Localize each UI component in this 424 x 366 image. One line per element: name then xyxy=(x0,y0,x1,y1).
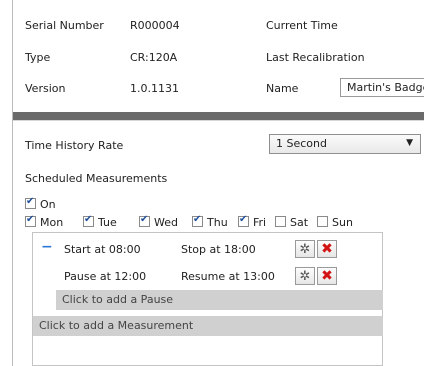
time-history-rate-label: Time History Rate xyxy=(25,139,124,152)
on-checkbox-label: On xyxy=(40,198,56,211)
section-divider xyxy=(13,112,424,120)
checkbox-box[interactable] xyxy=(317,216,328,227)
day-label: Fri xyxy=(253,216,267,229)
checkbox-box[interactable] xyxy=(83,214,94,227)
scheduled-measurements-label: Scheduled Measurements xyxy=(25,172,168,185)
edit-measurement-button[interactable]: ✲ xyxy=(295,240,315,258)
type-value: CR:120A xyxy=(130,51,178,64)
version-value: 1.0.1131 xyxy=(130,82,179,95)
settings-panel: Serial Number R000004 Current Time Type … xyxy=(12,0,424,366)
start-time-text: Start at 08:00 xyxy=(64,243,141,256)
section-divider-line xyxy=(13,120,424,121)
on-checkbox[interactable]: On xyxy=(25,196,56,211)
add-measurement-button[interactable]: Click to add a Measurement xyxy=(33,316,383,336)
type-label: Type xyxy=(25,51,51,64)
stop-time-text: Stop at 18:00 xyxy=(181,243,256,256)
day-label: Wed xyxy=(154,216,178,229)
name-input[interactable]: Martin's Badge xyxy=(340,78,424,97)
day-checkbox-mon[interactable]: Mon xyxy=(25,214,64,229)
version-label: Version xyxy=(25,82,66,95)
checkbox-box[interactable] xyxy=(25,214,36,227)
day-label: Thu xyxy=(207,216,228,229)
gear-icon: ✲ xyxy=(299,269,311,284)
checkbox-box[interactable] xyxy=(238,214,249,227)
serial-number-value: R000004 xyxy=(130,19,180,32)
edit-pause-button[interactable]: ✲ xyxy=(295,267,315,285)
time-history-rate-value: 1 Second xyxy=(276,137,327,150)
close-icon: ✖ xyxy=(321,268,333,284)
collapse-icon[interactable]: − xyxy=(41,239,53,255)
serial-number-label: Serial Number xyxy=(25,19,104,32)
schedule-list: − Start at 08:00 Stop at 18:00 ✲ ✖ Pause… xyxy=(32,232,383,366)
current-time-label: Current Time xyxy=(266,19,338,32)
checkbox-box[interactable] xyxy=(275,216,286,227)
checkbox-box[interactable] xyxy=(192,214,203,227)
close-icon: ✖ xyxy=(321,241,333,257)
day-label: Sat xyxy=(290,216,309,229)
time-history-rate-select[interactable]: 1 Second ▼ xyxy=(269,134,421,154)
day-checkbox-fri[interactable]: Fri xyxy=(238,214,267,229)
on-checkbox-box[interactable] xyxy=(25,196,36,209)
day-checkbox-thu[interactable]: Thu xyxy=(192,214,228,229)
day-label: Mon xyxy=(40,216,64,229)
chevron-down-icon: ▼ xyxy=(406,138,413,148)
day-checkbox-tue[interactable]: Tue xyxy=(83,214,117,229)
last-recalibration-label: Last Recalibration xyxy=(266,51,365,64)
day-checkbox-sat[interactable]: Sat xyxy=(275,216,308,229)
device-info-section: Serial Number R000004 Current Time Type … xyxy=(13,0,424,112)
day-label: Sun xyxy=(332,216,353,229)
day-label: Tue xyxy=(98,216,117,229)
delete-pause-button[interactable]: ✖ xyxy=(317,267,337,285)
checkbox-box[interactable] xyxy=(139,214,150,227)
day-checkbox-wed[interactable]: Wed xyxy=(139,214,178,229)
day-checkbox-sun[interactable]: Sun xyxy=(317,216,353,229)
resume-time-text: Resume at 13:00 xyxy=(181,270,275,283)
pause-time-text: Pause at 12:00 xyxy=(64,270,147,283)
delete-measurement-button[interactable]: ✖ xyxy=(317,240,337,258)
add-pause-button[interactable]: Click to add a Pause xyxy=(56,290,383,310)
gear-icon: ✲ xyxy=(299,242,311,257)
name-label: Name xyxy=(266,82,299,95)
